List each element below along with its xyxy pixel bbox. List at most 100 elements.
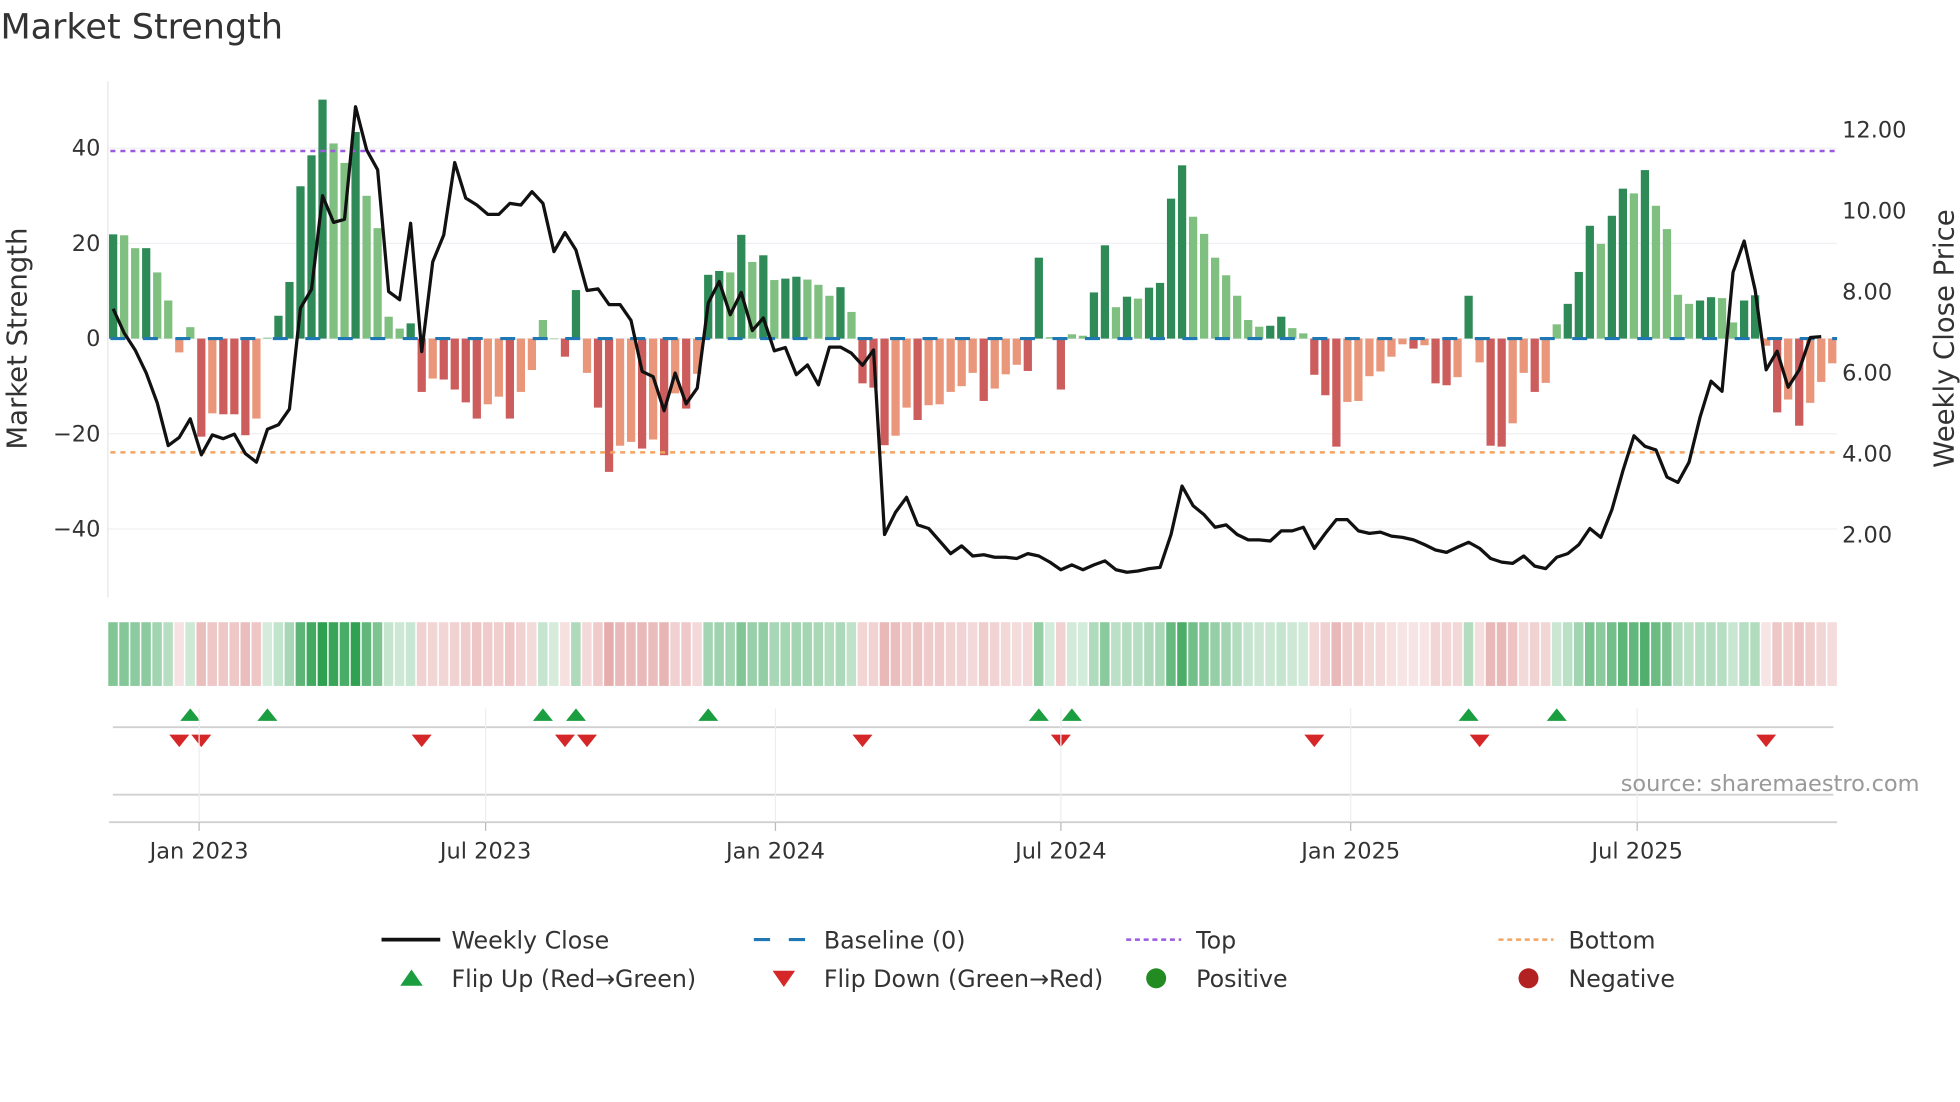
- strength-bar: [197, 338, 206, 437]
- strength-bar: [329, 143, 338, 339]
- heat-cell: [956, 622, 967, 686]
- strength-bar: [1651, 205, 1661, 339]
- strength-bar: [483, 338, 492, 405]
- right-axis-ticks: 12.00 10.00 8.00 6.00 4.00 2.00: [1842, 118, 1906, 549]
- strength-bar: [1299, 333, 1308, 339]
- heat-cell: [1089, 622, 1099, 686]
- heat-cell: [383, 622, 394, 686]
- heat-cell: [416, 622, 427, 686]
- heat-cell: [361, 622, 372, 686]
- heat-cell: [1706, 622, 1716, 686]
- strength-bar: [1310, 338, 1319, 375]
- heat-cell: [747, 622, 757, 686]
- heat-cell: [1408, 622, 1419, 686]
- strength-bar: [516, 338, 526, 392]
- heat-cell: [1287, 622, 1297, 686]
- heat-cell: [890, 622, 901, 686]
- flip-up-marker: [565, 708, 586, 721]
- heat-cell: [196, 622, 206, 686]
- heat-cell: [1772, 622, 1782, 686]
- heat-cell: [1684, 622, 1694, 686]
- legend-label: Positive: [1196, 965, 1287, 993]
- strength-bar: [153, 272, 162, 339]
- strength-bar: [1596, 243, 1605, 339]
- heat-cell: [1507, 622, 1518, 686]
- strength-bar: [461, 338, 470, 403]
- heat-cell: [394, 622, 405, 686]
- heat-cell: [1298, 622, 1308, 686]
- flip-down-marker: [191, 734, 212, 748]
- strength-bar: [781, 278, 790, 339]
- heat-cell: [1265, 622, 1275, 686]
- legend-label: Weekly Close: [451, 926, 609, 954]
- x-tick-label: Jan 2023: [148, 838, 249, 864]
- heat-cell: [824, 622, 835, 686]
- heat-cell: [350, 622, 361, 686]
- strength-bar: [1376, 338, 1385, 372]
- legend-label: Baseline (0): [824, 926, 966, 954]
- heat-cell: [273, 622, 284, 686]
- strength-bar: [395, 328, 404, 339]
- heat-cell: [659, 622, 669, 686]
- left-axis-ticks: 40 20 0 −20 −40: [53, 136, 100, 543]
- strength-bar: [351, 131, 360, 339]
- strength-bar: [1684, 303, 1694, 339]
- heat-cell: [879, 622, 890, 686]
- heat-cell: [1485, 622, 1496, 686]
- strength-bar: [1662, 229, 1672, 339]
- flip-down-marker: [1469, 734, 1490, 748]
- strength-bar: [1222, 275, 1231, 339]
- heat-cell: [1618, 622, 1628, 686]
- heat-cell: [945, 622, 956, 686]
- heat-cell: [1518, 622, 1529, 686]
- heat-cell: [1606, 622, 1617, 686]
- strength-bar: [1706, 297, 1716, 339]
- strength-bar: [1784, 338, 1793, 400]
- flip-down-marker: [577, 734, 597, 748]
- strength-bar: [1277, 316, 1286, 339]
- heat-cell: [989, 622, 1000, 686]
- heat-cell: [306, 622, 317, 686]
- heat-cell: [560, 622, 570, 686]
- heat-cell: [538, 622, 548, 686]
- heat-cell: [1221, 622, 1231, 686]
- flip-up-marker: [532, 708, 553, 721]
- strength-bar: [1188, 216, 1198, 339]
- strength-bar: [1266, 325, 1275, 339]
- heat-cell: [934, 622, 945, 686]
- strength-bar: [131, 248, 140, 339]
- strength-bar: [814, 284, 823, 339]
- heat-cell: [1673, 622, 1683, 686]
- strength-bar: [1486, 338, 1495, 446]
- y-tick-label: 20: [72, 231, 101, 257]
- strength-bar: [1817, 338, 1826, 382]
- heat-cell: [1078, 622, 1088, 686]
- strength-bar: [1233, 295, 1242, 339]
- heat-cell: [604, 622, 614, 686]
- heat-cell: [1551, 622, 1562, 686]
- heat-cell: [670, 622, 680, 686]
- strength-bar: [913, 338, 922, 420]
- heat-cell: [1463, 622, 1474, 686]
- heat-cell: [1739, 622, 1749, 686]
- heat-cell: [438, 622, 449, 686]
- strength-bar: [737, 234, 746, 339]
- strength-bar: [891, 338, 900, 436]
- heat-cell: [1794, 622, 1804, 686]
- heat-cell: [130, 622, 140, 686]
- strength-bar: [792, 276, 801, 339]
- strength-bar: [968, 338, 977, 373]
- heat-cell: [582, 622, 592, 686]
- heat-cell: [703, 622, 713, 686]
- flip-down-marker: [852, 734, 873, 748]
- heat-cell: [637, 622, 647, 686]
- heat-cell: [1474, 622, 1485, 686]
- strength-bar: [847, 311, 856, 339]
- strength-bar: [527, 338, 537, 371]
- heat-cell: [295, 622, 306, 686]
- strength-bar: [571, 290, 581, 339]
- strength-heat-strip: [108, 622, 1837, 686]
- heat-cell: [1540, 622, 1551, 686]
- heat-cell: [1695, 622, 1705, 686]
- heat-cell: [1033, 622, 1044, 686]
